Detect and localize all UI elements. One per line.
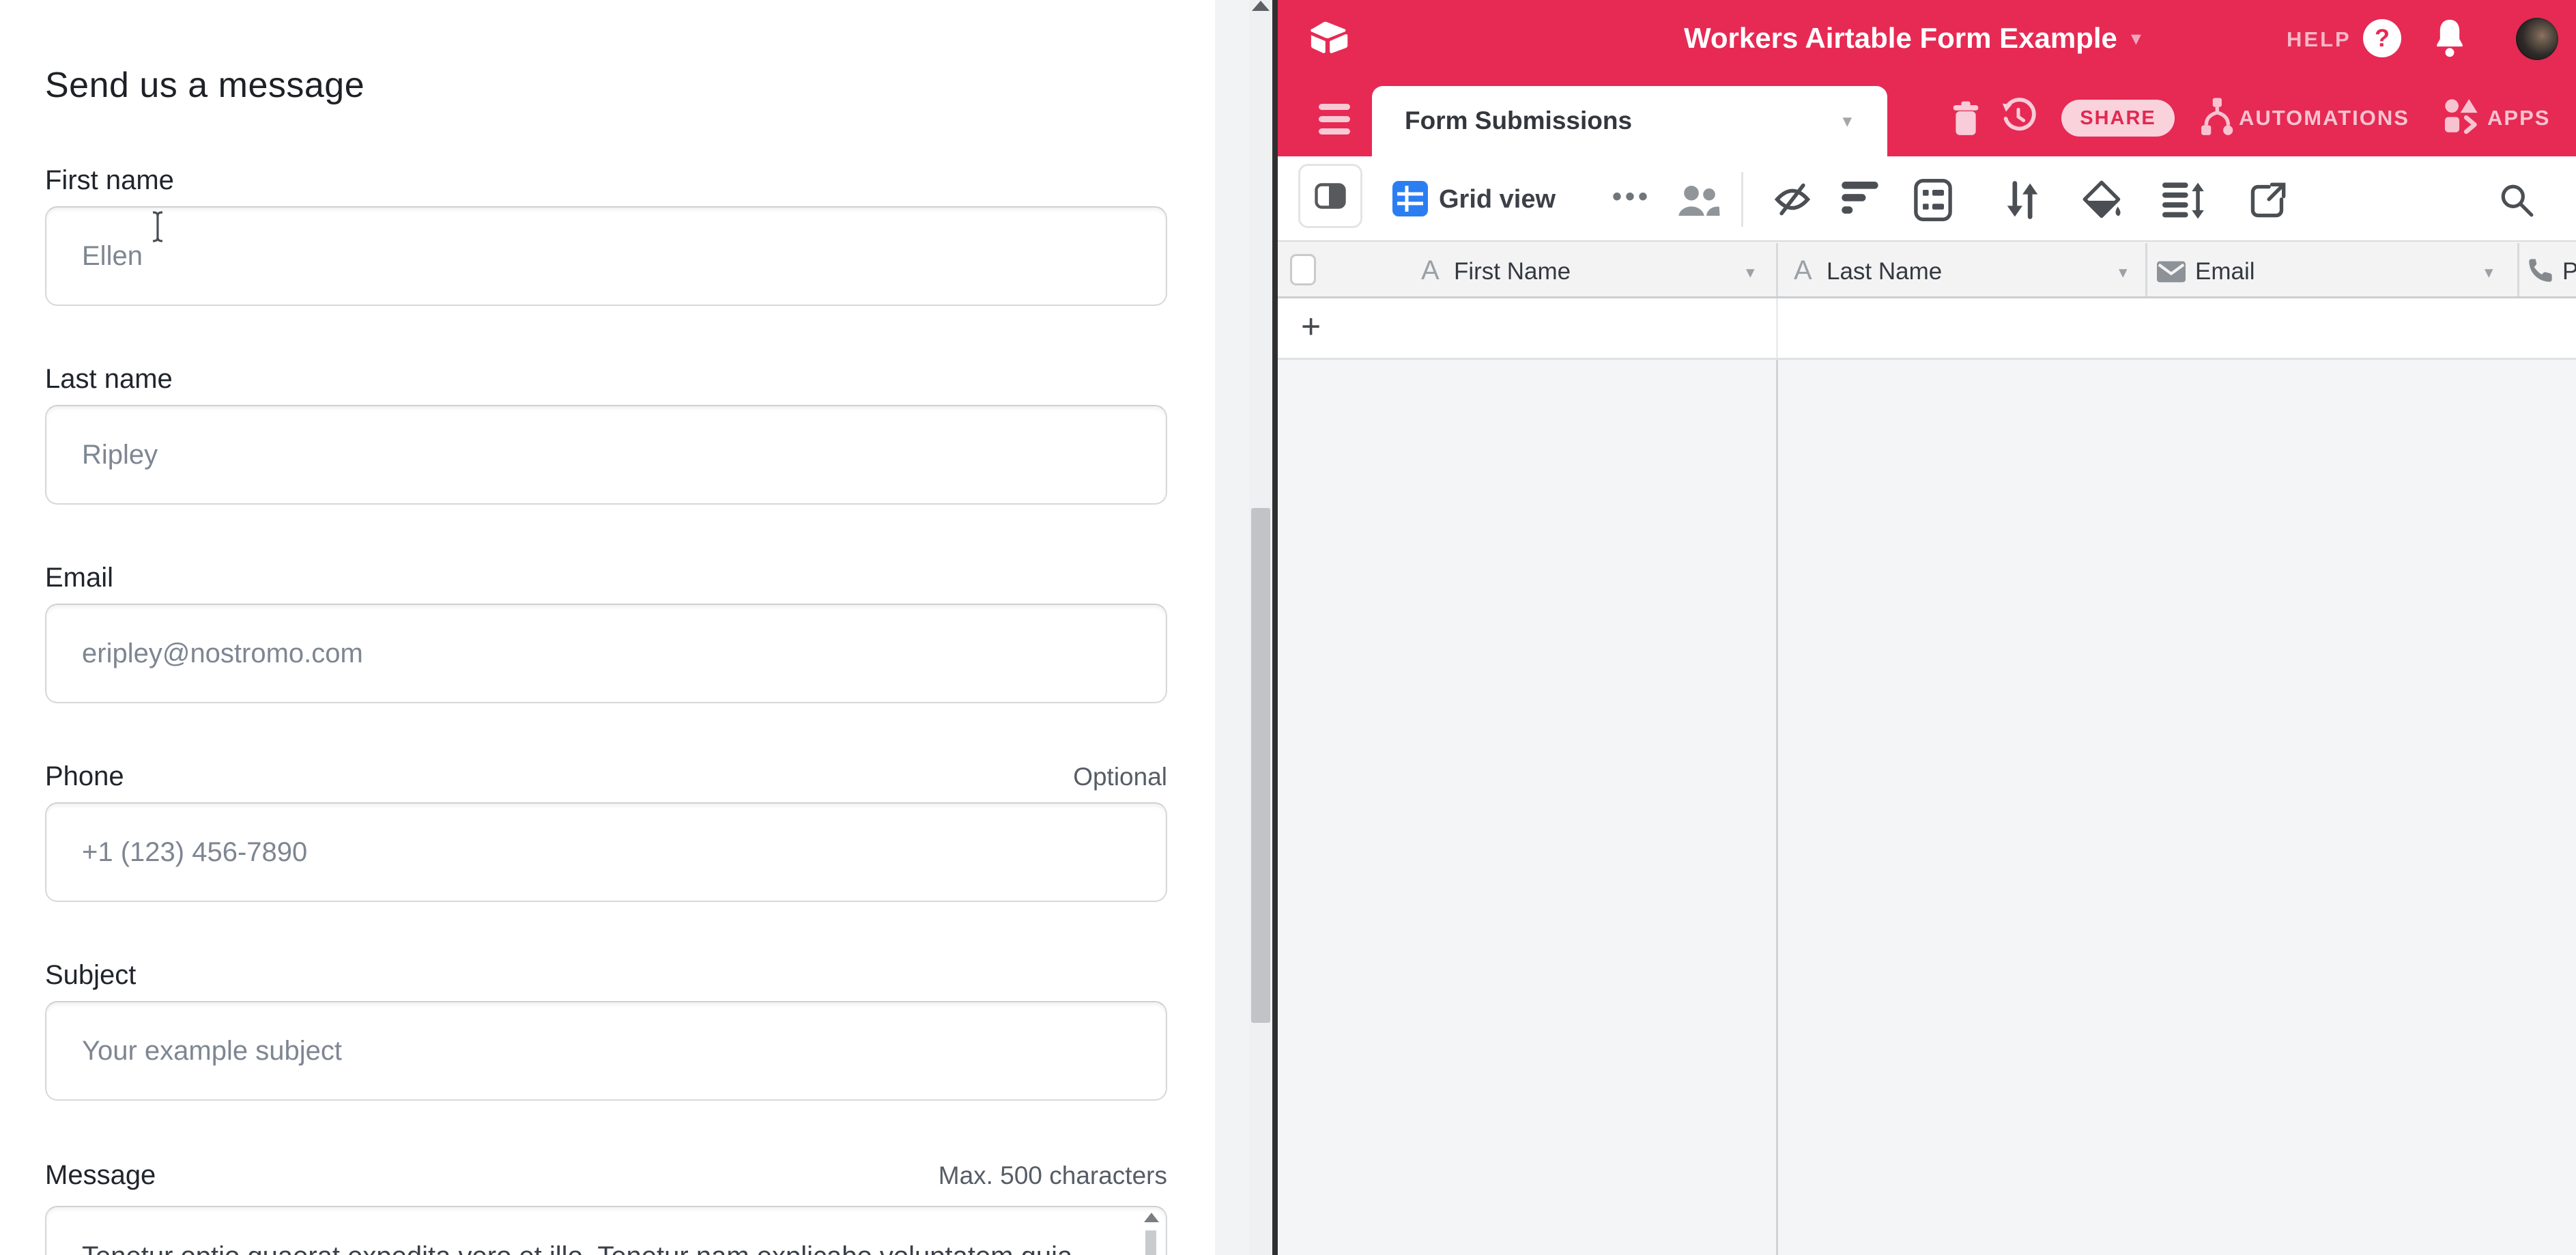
phone-optional-hint: Optional (751, 763, 1167, 791)
tab-form-submissions[interactable]: Form Submissions ▾ (1372, 86, 1887, 156)
message-max-hint: Max. 500 characters (751, 1161, 1167, 1190)
select-all-checkbox[interactable] (1290, 254, 1316, 285)
share-button[interactable]: SHARE (2061, 100, 2175, 137)
scrollbar-thumb[interactable] (1251, 508, 1270, 1023)
view-name[interactable]: Grid view (1439, 185, 1556, 214)
share-label: SHARE (2080, 107, 2156, 130)
add-row[interactable]: + (1278, 298, 2576, 360)
subject-input[interactable] (45, 1001, 1167, 1101)
sidebar-menu-button[interactable] (1319, 104, 1350, 141)
airtable-pane: Workers Airtable Form Example ▾ HELP ? F… (1278, 0, 2576, 1255)
textarea-scroll-thumb[interactable] (1145, 1230, 1156, 1255)
grid-view-icon[interactable] (1392, 181, 1428, 216)
column-caret-icon[interactable]: ▾ (2485, 262, 2493, 283)
apps-icon[interactable] (2444, 97, 2479, 135)
collaborators-icon[interactable] (1676, 184, 1720, 217)
last-name-input[interactable] (45, 405, 1167, 505)
view-options-ellipsis[interactable]: ••• (1612, 182, 1651, 212)
add-row-plus-icon[interactable]: + (1301, 307, 1321, 346)
sidebar-toggle-icon (1315, 183, 1346, 209)
message-label: Message (45, 1160, 156, 1191)
grid-column-header-row: A First Name ▾ A Last Name ▾ Email ▾ (1278, 240, 2576, 298)
hide-fields-icon[interactable] (1773, 182, 1812, 217)
scroll-up-arrow-icon[interactable] (1144, 1213, 1159, 1222)
first-name-input[interactable] (45, 206, 1167, 306)
automations-icon[interactable] (2201, 96, 2233, 138)
column-caret-icon[interactable]: ▾ (2119, 262, 2128, 283)
notifications-bell-icon[interactable] (2433, 18, 2467, 59)
trash-icon[interactable] (1951, 100, 1981, 138)
page-title: Send us a message (45, 65, 364, 106)
column-divider (1776, 360, 1778, 1255)
help-button[interactable]: HELP (2287, 27, 2351, 52)
last-name-label: Last name (45, 364, 173, 395)
text-field-icon: A (1421, 255, 1440, 286)
toolbar-divider (1741, 172, 1743, 227)
search-icon[interactable] (2498, 182, 2535, 218)
table-tab-label: Form Submissions (1405, 107, 1632, 135)
textarea-scrollbar[interactable] (1141, 1213, 1162, 1255)
sort-icon[interactable] (2004, 180, 2041, 220)
scrollbar-up-arrow-icon[interactable] (1252, 1, 1270, 11)
airtable-logo-icon[interactable] (1309, 16, 1349, 59)
filter-icon[interactable] (1842, 182, 1880, 214)
browser-scrollbar[interactable] (1249, 0, 1272, 1255)
history-icon[interactable] (2000, 97, 2037, 137)
column-caret-icon[interactable]: ▾ (1746, 262, 1755, 283)
message-textarea[interactable]: Tenetur optio quaerat expedita vero et i… (45, 1206, 1167, 1255)
phone-label: Phone (45, 761, 124, 792)
color-icon[interactable] (2082, 180, 2123, 221)
table-tab-caret-icon[interactable]: ▾ (1842, 111, 1852, 132)
base-title-caret-icon[interactable]: ▾ (2131, 27, 2141, 51)
column-divider (1776, 243, 1778, 296)
email-icon (2157, 261, 2186, 283)
text-field-icon: A (1794, 255, 1812, 286)
airtable-topbar: Workers Airtable Form Example ▾ HELP ? (1278, 0, 2576, 79)
grid-body (1278, 360, 2576, 1255)
phone-icon (2527, 257, 2554, 284)
contact-form-pane: Send us a message First name Last name E… (0, 0, 1215, 1255)
page-gutter (1215, 0, 1249, 1255)
column-divider (2145, 243, 2147, 296)
window-divider (1272, 0, 1278, 1255)
phone-input[interactable] (45, 802, 1167, 902)
email-label: Email (45, 563, 113, 593)
apps-label[interactable]: APPS (2487, 106, 2550, 130)
help-question-icon[interactable]: ? (2363, 19, 2401, 57)
ibeam-cursor-icon (147, 210, 168, 243)
base-title[interactable]: Workers Airtable Form Example (1684, 22, 2117, 55)
toggle-sidebar-button[interactable] (1298, 164, 1362, 228)
automations-label[interactable]: AUTOMATIONS (2239, 106, 2409, 130)
user-avatar[interactable] (2516, 18, 2558, 60)
share-view-icon[interactable] (2248, 182, 2287, 220)
first-name-label: First name (45, 165, 174, 196)
row-height-icon[interactable] (2162, 182, 2205, 220)
group-icon[interactable] (1914, 179, 1952, 221)
screen: Send us a message First name Last name E… (0, 0, 2576, 1255)
subject-label: Subject (45, 960, 136, 991)
column-divider (1776, 298, 1778, 358)
column-divider (2517, 243, 2519, 296)
email-input[interactable] (45, 604, 1167, 703)
